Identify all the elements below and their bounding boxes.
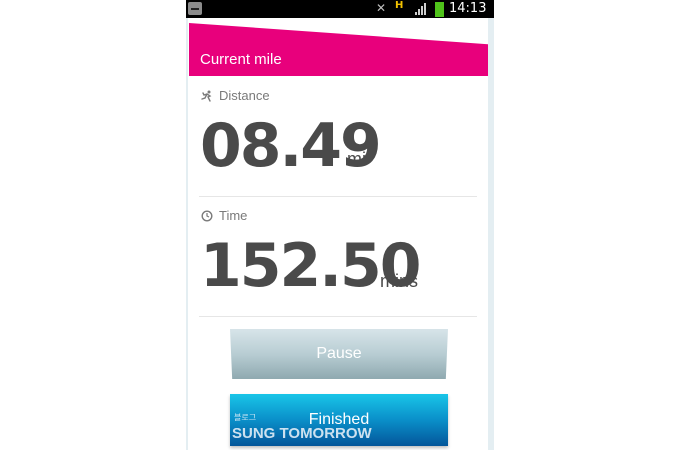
clock-icon <box>201 209 213 222</box>
watermark: 블로그 SUNG TOMORROW <box>232 412 372 442</box>
time-label-row: Time <box>201 208 247 223</box>
distance-unit: mi <box>347 149 366 169</box>
notification-icon <box>188 2 202 15</box>
network-indicator: H <box>395 0 404 11</box>
divider <box>199 196 477 197</box>
screenshot-stage: ✕ H 14:13 Current mile Distance 08.49 mi… <box>0 0 680 450</box>
watermark-text: SUNG TOMORROW <box>232 425 372 442</box>
status-bar: ✕ H 14:13 <box>186 0 494 18</box>
page-title: Current mile <box>200 51 282 68</box>
mute-icon: ✕ <box>376 1 387 15</box>
time-label: Time <box>219 208 248 223</box>
status-time: 14:13 <box>449 1 487 16</box>
distance-label-row: Distance <box>201 88 270 103</box>
signal-icon <box>415 3 429 15</box>
pause-button[interactable]: Pause <box>230 329 448 379</box>
distance-label: Distance <box>219 88 270 103</box>
divider <box>199 316 477 317</box>
phone-screen: ✕ H 14:13 Current mile Distance 08.49 mi… <box>186 0 494 450</box>
time-unit: mins <box>380 271 419 291</box>
workout-card: Current mile Distance 08.49 mi Time 152.… <box>188 18 488 450</box>
watermark-small-text: 블로그 <box>234 413 257 422</box>
header-banner: Current mile <box>189 23 488 76</box>
runner-icon <box>201 90 213 102</box>
battery-icon <box>435 2 444 17</box>
